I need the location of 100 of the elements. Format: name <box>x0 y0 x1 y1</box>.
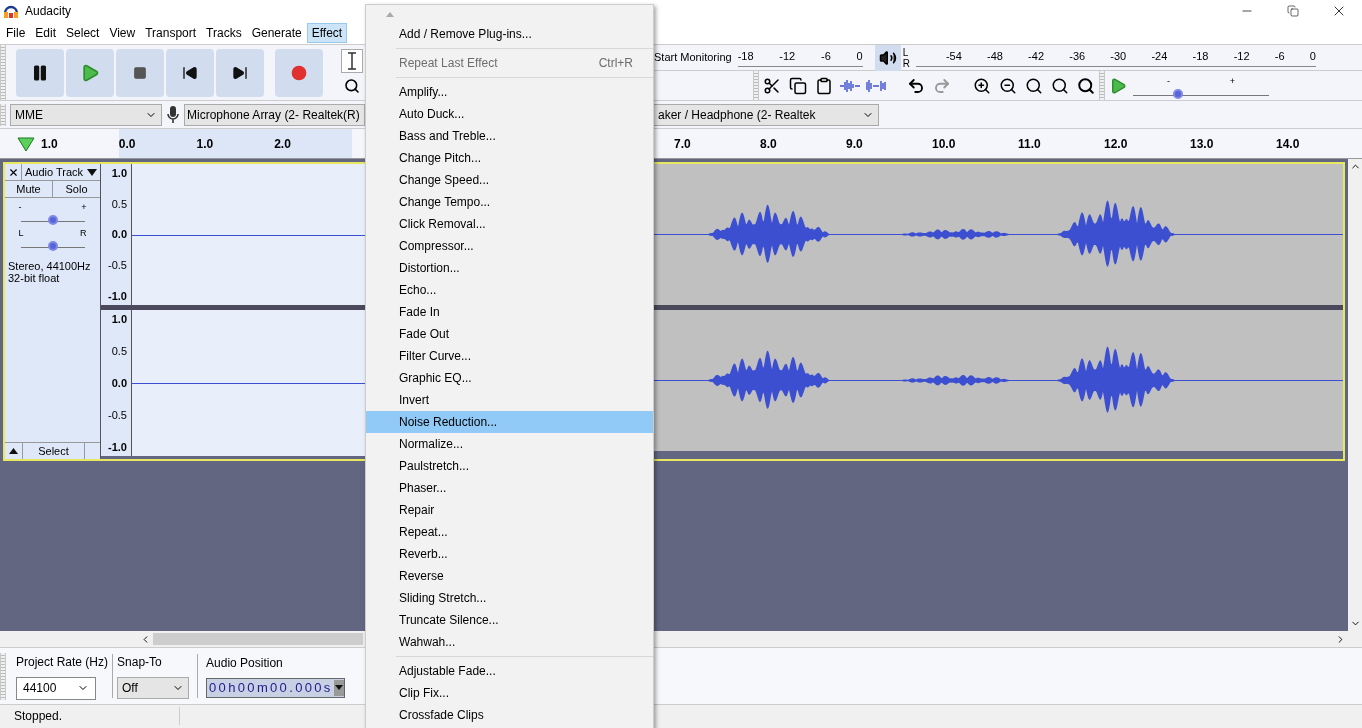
menu-item[interactable]: Bass and Treble... <box>366 125 653 147</box>
meter-tick-label: -48 <box>987 48 1003 64</box>
slider-max-label: + <box>81 202 87 212</box>
timeline-label: 8.0 <box>760 135 778 153</box>
project-rate-dropdown[interactable]: 44100 <box>16 676 96 700</box>
toolbar-grip[interactable] <box>0 652 6 700</box>
menu-item[interactable]: Normalize... <box>366 433 653 455</box>
track-name-menu[interactable]: Audio Track <box>22 164 100 180</box>
menu-item[interactable]: Paulstretch... <box>366 455 653 477</box>
menu-item[interactable]: Truncate Silence... <box>366 609 653 631</box>
amplitude-label: -0.5 <box>107 407 127 423</box>
triangle-up-icon <box>9 448 18 454</box>
timeline-label: 1.0 <box>41 135 58 153</box>
slider-thumb[interactable] <box>1172 88 1183 99</box>
menu-item[interactable]: Crossfade Clips <box>366 704 653 726</box>
solo-button[interactable]: Solo <box>53 181 100 197</box>
menu-item[interactable]: Change Tempo... <box>366 191 653 213</box>
meter-tick-label: 0 <box>856 48 863 64</box>
menu-item[interactable]: Invert <box>366 389 653 411</box>
meter-tick-label: -12 <box>1233 48 1250 64</box>
menu-item[interactable]: Phaser... <box>366 477 653 499</box>
menu-item[interactable]: Fade Out <box>366 323 653 345</box>
menu-item[interactable]: Reverse <box>366 565 653 587</box>
amplitude-label: 0.5 <box>110 343 127 359</box>
menu-item[interactable]: Noise Reduction... <box>366 411 653 433</box>
start-monitoring-button[interactable]: Start Monitoring <box>653 49 738 66</box>
status-text: Stopped. <box>0 707 180 725</box>
menu-item[interactable]: Graphic EQ... <box>366 367 653 389</box>
pause-icon <box>31 63 49 82</box>
menu-item[interactable]: File <box>1 23 31 43</box>
meter-tick-label: -24 <box>1151 48 1168 64</box>
menu-item[interactable]: Wahwah... <box>366 631 653 653</box>
recording-device-dropdown[interactable]: Microphone Array (2- Realtek(R) <box>184 103 365 126</box>
play-head-triangle-icon[interactable] <box>17 135 35 152</box>
menu-item[interactable]: Generate <box>246 23 307 43</box>
meter-tick-label: -12 <box>779 48 796 64</box>
timeline-label: 10.0 <box>932 135 957 153</box>
toolbar-grip[interactable] <box>0 103 6 126</box>
timeline-label: 12.0 <box>1104 135 1129 153</box>
menu-item[interactable]: Clip Fix... <box>366 682 653 704</box>
menu-item[interactable]: Tracks <box>201 23 247 43</box>
menu-item[interactable]: Auto Duck... <box>366 103 653 125</box>
menu-item[interactable]: View <box>104 23 141 43</box>
audio-host-dropdown[interactable]: MME <box>10 103 162 126</box>
meter-tick-label: -42 <box>1028 48 1044 64</box>
menu-item[interactable]: Change Pitch... <box>366 147 653 169</box>
selection-tool-icon[interactable] <box>341 48 363 73</box>
menu-item[interactable]: Reverb... <box>366 543 653 565</box>
slider-thumb[interactable] <box>47 215 58 225</box>
timeline-label: 7.0 <box>674 135 692 153</box>
stop-icon <box>133 65 147 80</box>
caret-icon <box>87 168 97 176</box>
menu-item[interactable]: Repeat... <box>366 521 653 543</box>
shortcut-text: Ctrl+R <box>598 55 633 72</box>
select-button[interactable]: Select <box>22 443 85 459</box>
scrollbar-thumb[interactable] <box>153 633 363 645</box>
meter-tick-label: -6 <box>820 48 831 64</box>
menu-item[interactable]: Transport <box>140 23 202 43</box>
skip-to-end-button[interactable] <box>216 48 264 97</box>
menu-item[interactable]: Select <box>61 23 105 43</box>
menu-item[interactable]: Effect <box>306 23 348 43</box>
menu-item[interactable]: Compressor... <box>366 235 653 257</box>
record-button[interactable] <box>275 48 323 97</box>
mute-button[interactable]: Mute <box>5 181 53 197</box>
menu-item[interactable]: Edit <box>30 23 62 43</box>
amplitude-label: 0.0 <box>110 227 127 243</box>
menu-item[interactable]: Amplify... <box>366 81 653 103</box>
snap-to-dropdown[interactable]: Off <box>117 677 190 699</box>
playback-device-dropdown[interactable]: aker / Headphone (2- Realtek <box>653 103 879 126</box>
toolbar-grip[interactable] <box>0 45 6 100</box>
menu-item[interactable]: Sliding Stretch... <box>366 587 653 609</box>
timeline-label: 9.0 <box>846 135 864 153</box>
playback-device-value: aker / Headphone (2- Realtek <box>658 106 816 124</box>
vertical-scrollbar[interactable] <box>1348 159 1362 631</box>
menu-item[interactable]: Add / Remove Plug-ins... <box>366 23 653 45</box>
audio-host-value: MME <box>15 106 43 124</box>
slider-thumb[interactable] <box>47 241 58 251</box>
window-title: Audacity <box>25 3 72 20</box>
menu-item[interactable]: Repair <box>366 499 653 521</box>
menu-item[interactable]: Filter Curve... <box>366 345 653 367</box>
menu-item[interactable]: Change Speed... <box>366 169 653 191</box>
skip-to-start-button[interactable] <box>166 48 214 97</box>
menu-item[interactable]: Echo... <box>366 279 653 301</box>
toolbar-grip[interactable] <box>1099 71 1105 100</box>
menu-item[interactable]: Distortion... <box>366 257 653 279</box>
menu-item[interactable]: Click Removal... <box>366 213 653 235</box>
meter-tick-label: -6 <box>1274 48 1285 64</box>
menu-item[interactable]: Adjustable Fade... <box>366 660 653 682</box>
stop-button[interactable] <box>116 48 164 97</box>
timeline-selected-region[interactable]: 0.0 1.0 2.0 <box>118 129 352 158</box>
meter-tick-label: -36 <box>1069 48 1086 64</box>
timeline-label: 13.0 <box>1190 135 1215 153</box>
slider-max-label: R <box>80 228 87 238</box>
speaker-icon[interactable] <box>874 44 901 71</box>
waveform-icon <box>866 78 886 93</box>
slider-min-label: - <box>18 202 22 212</box>
menu-item[interactable]: Fade In <box>366 301 653 323</box>
amplitude-label: -1.0 <box>107 288 127 304</box>
toolbar-grip[interactable] <box>753 71 759 100</box>
pause-button[interactable] <box>16 48 64 97</box>
